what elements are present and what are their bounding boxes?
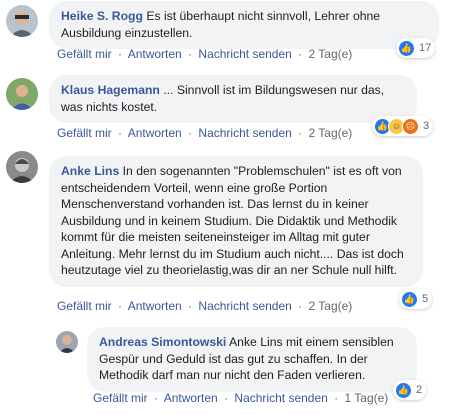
timestamp[interactable]: 2 Tag(e) [309,126,353,140]
comment-bubble: Anke Lins In den sogenannten "Problemsch… [49,156,423,287]
comment-author[interactable]: Klaus Hagemann [61,83,160,97]
message-link[interactable]: Nachricht senden [234,391,327,405]
like-link[interactable]: Gefällt mir [93,391,148,405]
reaction-count: 5 [422,293,429,305]
angry-icon: ☹ [402,117,419,135]
like-icon: 👍 [398,39,415,57]
comment-bubble: Klaus Hagemann ... Sinnvoll ist im Bildu… [49,75,417,123]
reply-link[interactable]: Antworten [128,47,182,61]
avatar[interactable] [6,151,38,183]
timestamp[interactable]: 2 Tag(e) [309,299,353,313]
comment-bubble: Heike S. Rogg Es ist überhaupt nicht sin… [49,1,439,49]
like-icon: 👍 [395,381,412,399]
reaction-summary[interactable]: 👍 5 [399,289,433,309]
like-link[interactable]: Gefällt mir [57,299,112,313]
comment-actions: Gefällt mir · Antworten · Nachricht send… [57,47,353,61]
message-link[interactable]: Nachricht senden [198,299,291,313]
message-link[interactable]: Nachricht senden [198,126,291,140]
comment-author[interactable]: Anke Lins [61,164,119,178]
comment-text: In den sogenannten "Problemschulen" ist … [61,164,404,277]
comment-actions: Gefällt mir · Antworten · Nachricht send… [57,299,353,313]
mention-link[interactable]: Anke Lins [229,335,283,349]
reaction-summary[interactable]: 👍 ☺ ☹ 3 [372,116,434,136]
reply-link[interactable]: Antworten [128,126,182,140]
avatar[interactable] [6,78,38,110]
comment-actions: Gefällt mir · Antworten · Nachricht send… [57,126,353,140]
reaction-count: 17 [419,42,432,54]
message-link[interactable]: Nachricht senden [198,47,291,61]
reaction-summary[interactable]: 👍 2 [393,380,427,400]
comment-author[interactable]: Heike S. Rogg [61,9,143,23]
comment-actions: Gefällt mir · Antworten · Nachricht send… [93,391,389,405]
avatar[interactable] [56,331,78,353]
reaction-count: 3 [423,120,430,132]
avatar[interactable] [6,5,38,37]
like-link[interactable]: Gefällt mir [57,47,112,61]
reaction-count: 2 [416,384,423,396]
reply-link[interactable]: Antworten [164,391,218,405]
timestamp[interactable]: 1 Tag(e) [345,391,389,405]
timestamp[interactable]: 2 Tag(e) [309,47,353,61]
like-link[interactable]: Gefällt mir [57,126,112,140]
comment-author[interactable]: Andreas Simontowski [99,335,226,349]
reaction-summary[interactable]: 👍 17 [396,38,436,58]
reply-link[interactable]: Antworten [128,299,182,313]
comment-bubble: Andreas Simontowski Anke Lins mit einem … [87,327,417,392]
like-icon: 👍 [401,290,418,308]
